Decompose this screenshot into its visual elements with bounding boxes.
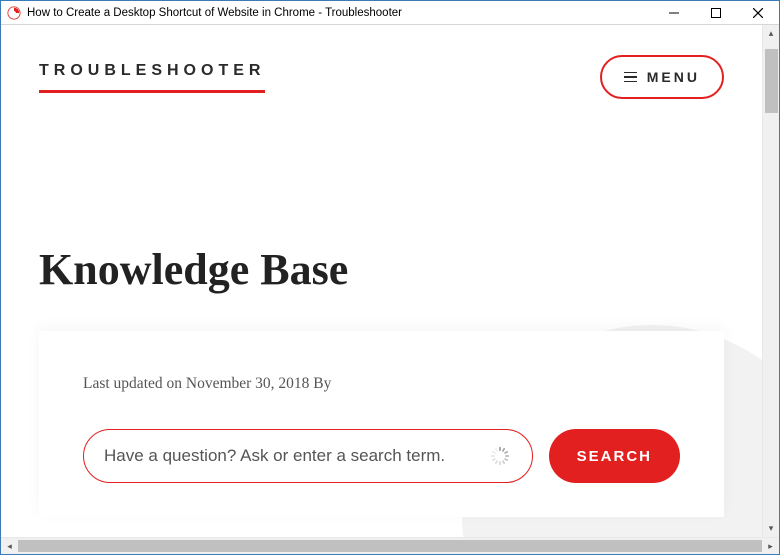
scroll-right-icon[interactable]: ▸ bbox=[762, 538, 779, 554]
maximize-button[interactable] bbox=[695, 1, 737, 25]
site-brand[interactable]: TROUBLESHOOTER bbox=[39, 62, 265, 93]
content-card: Last updated on November 30, 2018 By bbox=[39, 331, 724, 517]
vertical-scroll-thumb[interactable] bbox=[765, 49, 778, 113]
search-input[interactable] bbox=[104, 446, 476, 466]
content-viewport: TROUBLESHOOTER MENU Knowledge Base Last … bbox=[1, 25, 762, 537]
vertical-scrollbar[interactable]: ▴ ▾ bbox=[762, 25, 779, 537]
minimize-icon bbox=[669, 8, 679, 18]
search-row: SEARCH bbox=[83, 429, 680, 483]
maximize-icon bbox=[711, 8, 721, 18]
favicon-icon bbox=[7, 6, 21, 20]
horizontal-scrollbar[interactable]: ◂ ▸ bbox=[1, 537, 779, 554]
close-button[interactable] bbox=[737, 1, 779, 25]
scroll-down-icon[interactable]: ▾ bbox=[763, 520, 779, 537]
scroll-up-icon[interactable]: ▴ bbox=[763, 25, 779, 42]
search-button[interactable]: SEARCH bbox=[549, 429, 680, 483]
app-window: How to Create a Desktop Shortcut of Webs… bbox=[0, 0, 780, 555]
menu-label: MENU bbox=[647, 69, 700, 85]
last-updated-text: Last updated on November 30, 2018 By bbox=[83, 375, 680, 393]
page-title: Knowledge Base bbox=[39, 244, 724, 295]
loading-spinner-icon bbox=[490, 446, 510, 466]
menu-button[interactable]: MENU bbox=[600, 55, 724, 99]
hamburger-icon bbox=[624, 72, 637, 83]
window-title: How to Create a Desktop Shortcut of Webs… bbox=[27, 7, 653, 19]
search-input-wrap bbox=[83, 429, 533, 483]
window-controls bbox=[653, 1, 779, 24]
site-header: TROUBLESHOOTER MENU bbox=[1, 25, 762, 99]
horizontal-scroll-thumb[interactable] bbox=[18, 540, 762, 552]
scroll-left-icon[interactable]: ◂ bbox=[1, 538, 18, 554]
close-icon bbox=[753, 8, 763, 18]
titlebar: How to Create a Desktop Shortcut of Webs… bbox=[1, 1, 779, 25]
minimize-button[interactable] bbox=[653, 1, 695, 25]
